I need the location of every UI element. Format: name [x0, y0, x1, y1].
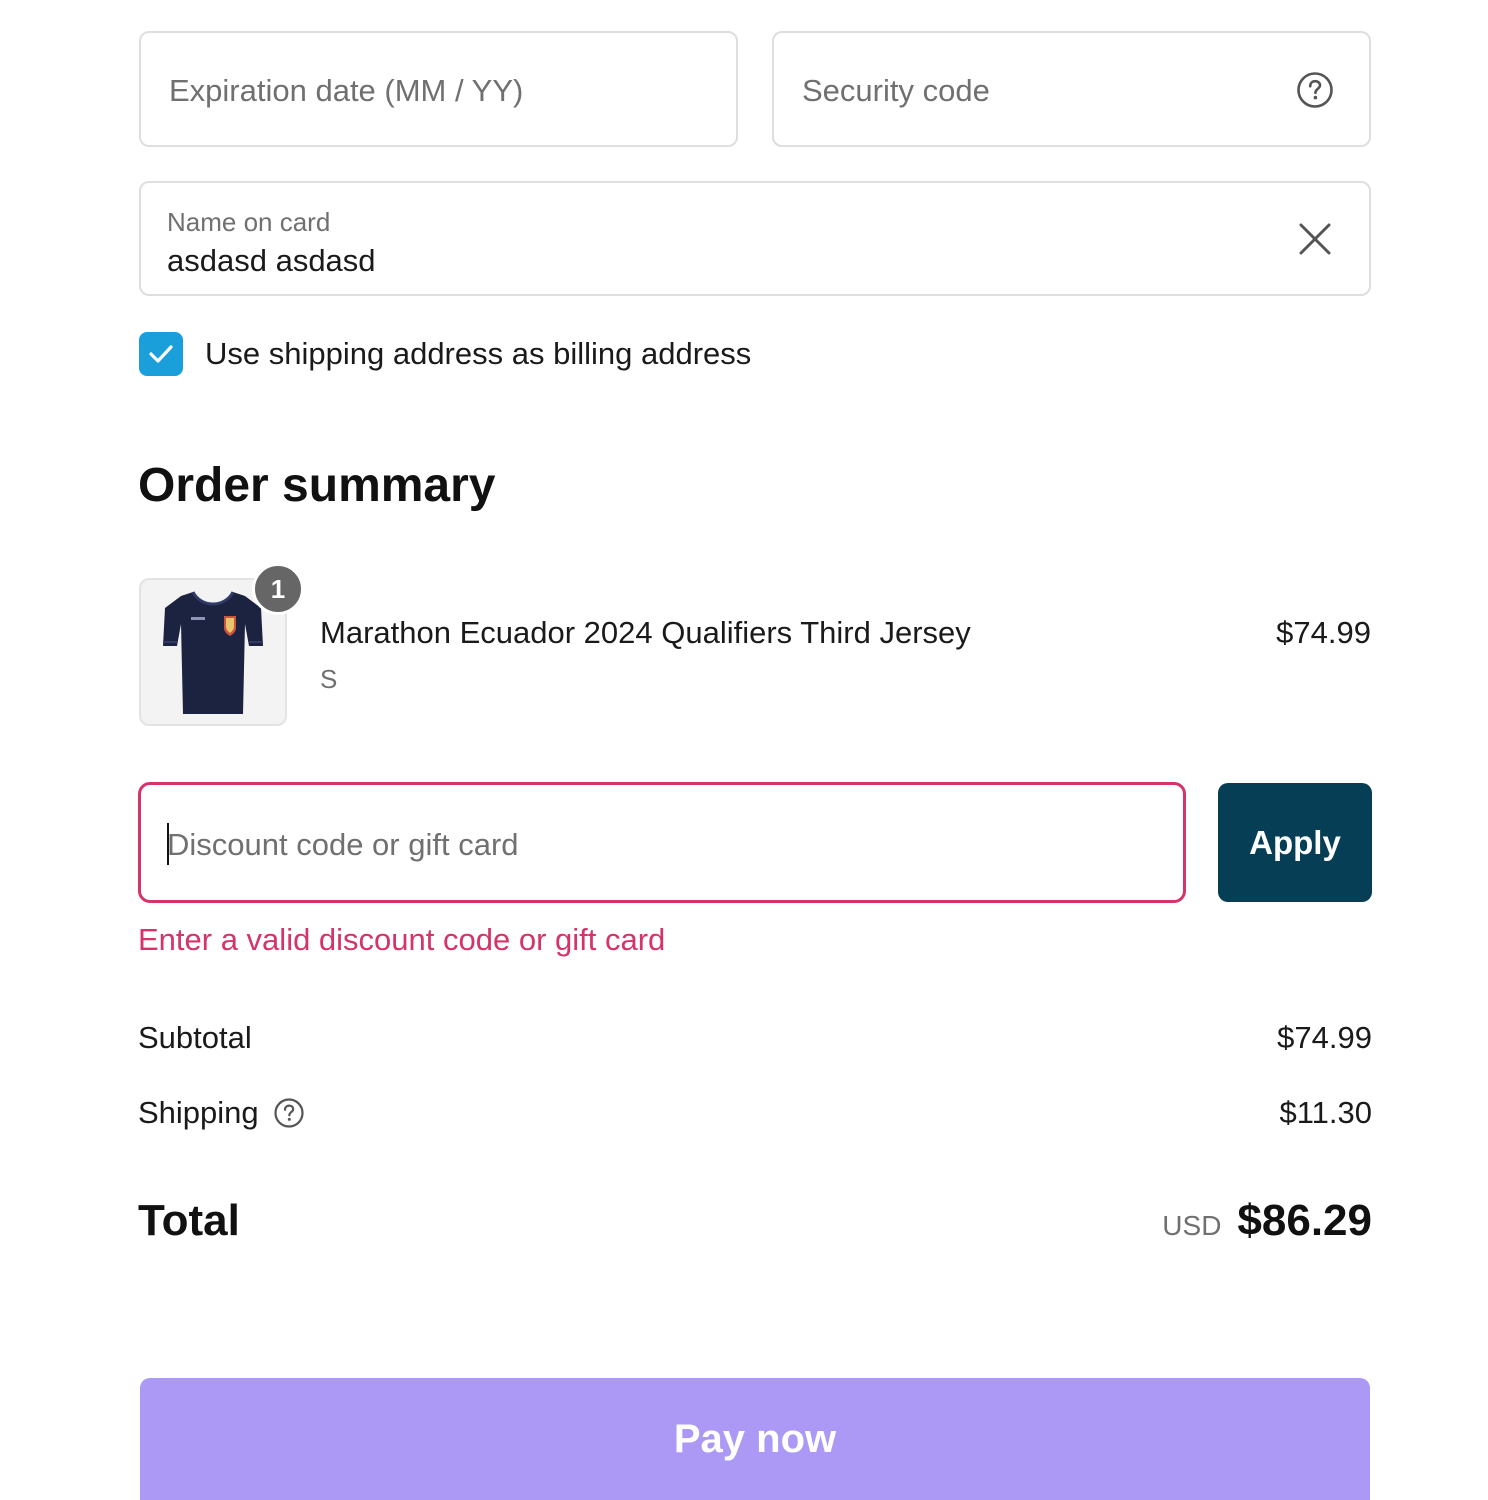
subtotal-label: Subtotal [138, 1020, 252, 1055]
billing-address-option[interactable]: Use shipping address as billing address [139, 332, 751, 376]
shipping-value: $11.30 [1279, 1095, 1372, 1130]
shipping-label: Shipping [138, 1095, 259, 1130]
expiration-date-field[interactable]: Expiration date (MM / YY) [139, 31, 738, 147]
currency-code: USD [1162, 1210, 1222, 1241]
checkout-page: Expiration date (MM / YY) Security code … [0, 0, 1488, 1500]
question-circle-icon[interactable] [1296, 71, 1334, 109]
discount-error-message: Enter a valid discount code or gift card [138, 922, 666, 957]
subtotal-value: $74.99 [1277, 1020, 1372, 1055]
discount-code-placeholder: Discount code or gift card [167, 827, 519, 862]
product-price: $74.99 [1276, 615, 1371, 650]
checkmark-icon [149, 345, 173, 363]
product-variant: S [320, 664, 338, 694]
expiration-date-placeholder: Expiration date (MM / YY) [169, 73, 524, 108]
question-circle-icon[interactable] [273, 1097, 305, 1129]
quantity-badge: 1 [252, 563, 304, 615]
discount-code-input[interactable]: Discount code or gift card [138, 782, 1186, 903]
product-name: Marathon Ecuador 2024 Qualifiers Third J… [320, 615, 971, 650]
name-on-card-field[interactable]: Name on card asdasd asdasd [139, 181, 1371, 296]
total-label: Total [138, 1196, 240, 1245]
total-amount: USD $86.29 [1162, 1196, 1372, 1246]
name-on-card-label: Name on card [167, 207, 331, 237]
apply-button[interactable]: Apply [1218, 783, 1372, 902]
name-on-card-value[interactable]: asdasd asdasd [167, 243, 376, 279]
security-code-placeholder: Security code [802, 73, 990, 108]
billing-address-label: Use shipping address as billing address [205, 336, 752, 371]
security-code-field[interactable]: Security code [772, 31, 1371, 147]
total-value: $86.29 [1237, 1196, 1372, 1245]
shipping-row-label: Shipping [138, 1095, 305, 1131]
order-summary-title: Order summary [138, 459, 496, 512]
close-icon[interactable] [1297, 221, 1333, 257]
pay-now-button[interactable]: Pay now [140, 1378, 1370, 1500]
billing-address-checkbox[interactable] [139, 332, 183, 376]
